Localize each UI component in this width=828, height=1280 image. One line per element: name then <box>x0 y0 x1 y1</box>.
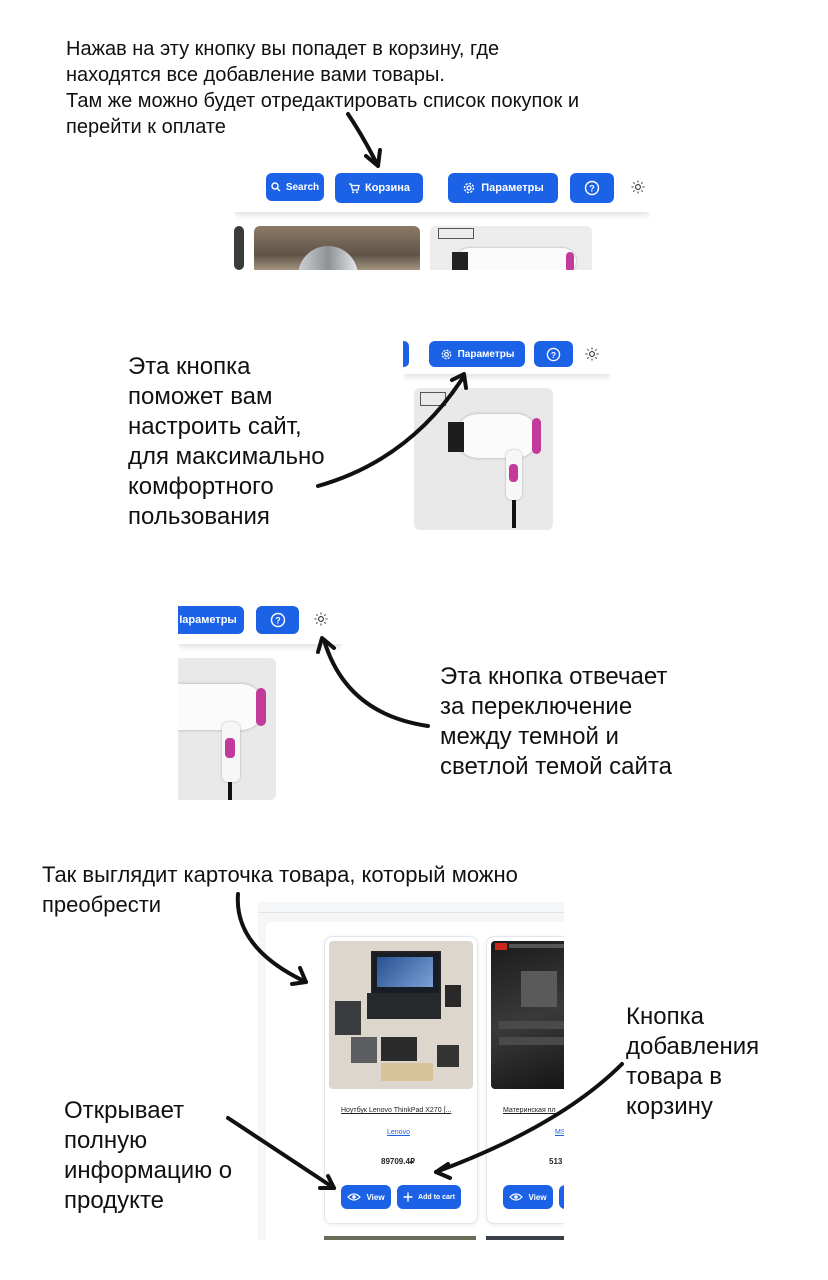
kettle-image <box>254 226 420 270</box>
gear-icon <box>464 182 475 194</box>
settings-button[interactable]: Iараметры <box>178 606 244 634</box>
cart-icon <box>349 183 360 194</box>
add-to-cart-button[interactable]: Add to cart <box>397 1185 461 1209</box>
help-icon: ? <box>584 180 600 196</box>
settings-button-label: Параметры <box>481 182 544 194</box>
help-button[interactable]: ? <box>534 341 573 367</box>
help-icon: ? <box>270 612 285 628</box>
product-title-link[interactable]: Материнская пл <box>503 1107 556 1114</box>
hairdryer-image <box>430 226 592 270</box>
view-button[interactable]: View <box>503 1185 553 1209</box>
view-annotation: Открывает полную информацию о продукте <box>64 1097 233 1214</box>
cart-button[interactable]: Корзина <box>335 173 423 203</box>
settings-annotation: Эта кнопка поможет вам настроить сайт, д… <box>128 353 325 530</box>
settings-button-label: Iараметры <box>179 614 237 626</box>
sun-icon[interactable] <box>314 612 328 626</box>
product-brand-link[interactable]: Lenovo <box>387 1129 410 1136</box>
add-to-cart-button-fragment[interactable] <box>559 1185 564 1209</box>
cart-annotation: Нажав на эту кнопку вы попадет в корзину… <box>66 38 579 138</box>
sun-icon[interactable] <box>631 180 645 194</box>
help-icon: ? <box>546 347 561 361</box>
help-button[interactable]: ? <box>256 606 299 634</box>
theme-screenshot: Iараметры ? <box>178 596 342 802</box>
hairdryer-image <box>178 658 276 800</box>
svg-text:?: ? <box>551 349 556 359</box>
laptop-image <box>329 941 473 1089</box>
view-button-label: View <box>366 1192 385 1202</box>
product-cards-screenshot: Ноутбук Lenovo ThinkPad X270 [... Lenovo… <box>258 902 564 1240</box>
top-divider <box>258 912 564 913</box>
view-button-label: View <box>528 1192 547 1202</box>
gear-icon <box>441 349 451 359</box>
view-button[interactable]: View <box>341 1185 391 1209</box>
settings-button[interactable]: Параметры <box>448 173 558 203</box>
header-screenshot: Search Корзина Параметры ? <box>234 166 650 270</box>
plus-icon <box>403 1192 413 1202</box>
product-price: 513 <box>549 1157 563 1166</box>
add-to-cart-annotation: Кнопка добавления товара в корзину <box>626 1003 760 1120</box>
settings-screenshot: Параметры ? <box>403 334 611 536</box>
search-icon <box>271 182 281 192</box>
theme-annotation: Эта кнопка отвечает за переключение межд… <box>440 663 673 780</box>
add-to-cart-label: Add to cart <box>418 1193 455 1201</box>
product-card[interactable]: Ноутбук Lenovo ThinkPad X270 [... Lenovo… <box>324 936 478 1224</box>
product-brand-link[interactable]: MS <box>555 1129 564 1136</box>
help-button[interactable]: ? <box>570 173 614 203</box>
cart-button-label: Корзина <box>365 182 410 194</box>
settings-button-label: Параметры <box>457 348 515 360</box>
settings-button[interactable]: Параметры <box>429 341 525 367</box>
product-price: 89709.4₽ <box>381 1157 416 1166</box>
search-button-label: Search <box>285 181 320 193</box>
motherboard-image <box>491 941 564 1089</box>
product-image-fragment <box>234 226 244 270</box>
next-row-images <box>324 1236 476 1240</box>
svg-text:?: ? <box>589 184 595 194</box>
next-row-images <box>486 1236 564 1240</box>
search-button[interactable]: Search <box>266 173 324 201</box>
eye-icon <box>347 1193 362 1201</box>
eye-icon <box>509 1193 524 1201</box>
sun-icon[interactable] <box>585 347 599 361</box>
svg-text:?: ? <box>275 616 281 626</box>
product-card[interactable]: Материнская пл MS 513 View <box>486 936 564 1224</box>
product-title-link[interactable]: Ноутбук Lenovo ThinkPad X270 [... <box>341 1107 451 1114</box>
hairdryer-image <box>414 388 553 530</box>
button-fragment <box>403 341 409 367</box>
